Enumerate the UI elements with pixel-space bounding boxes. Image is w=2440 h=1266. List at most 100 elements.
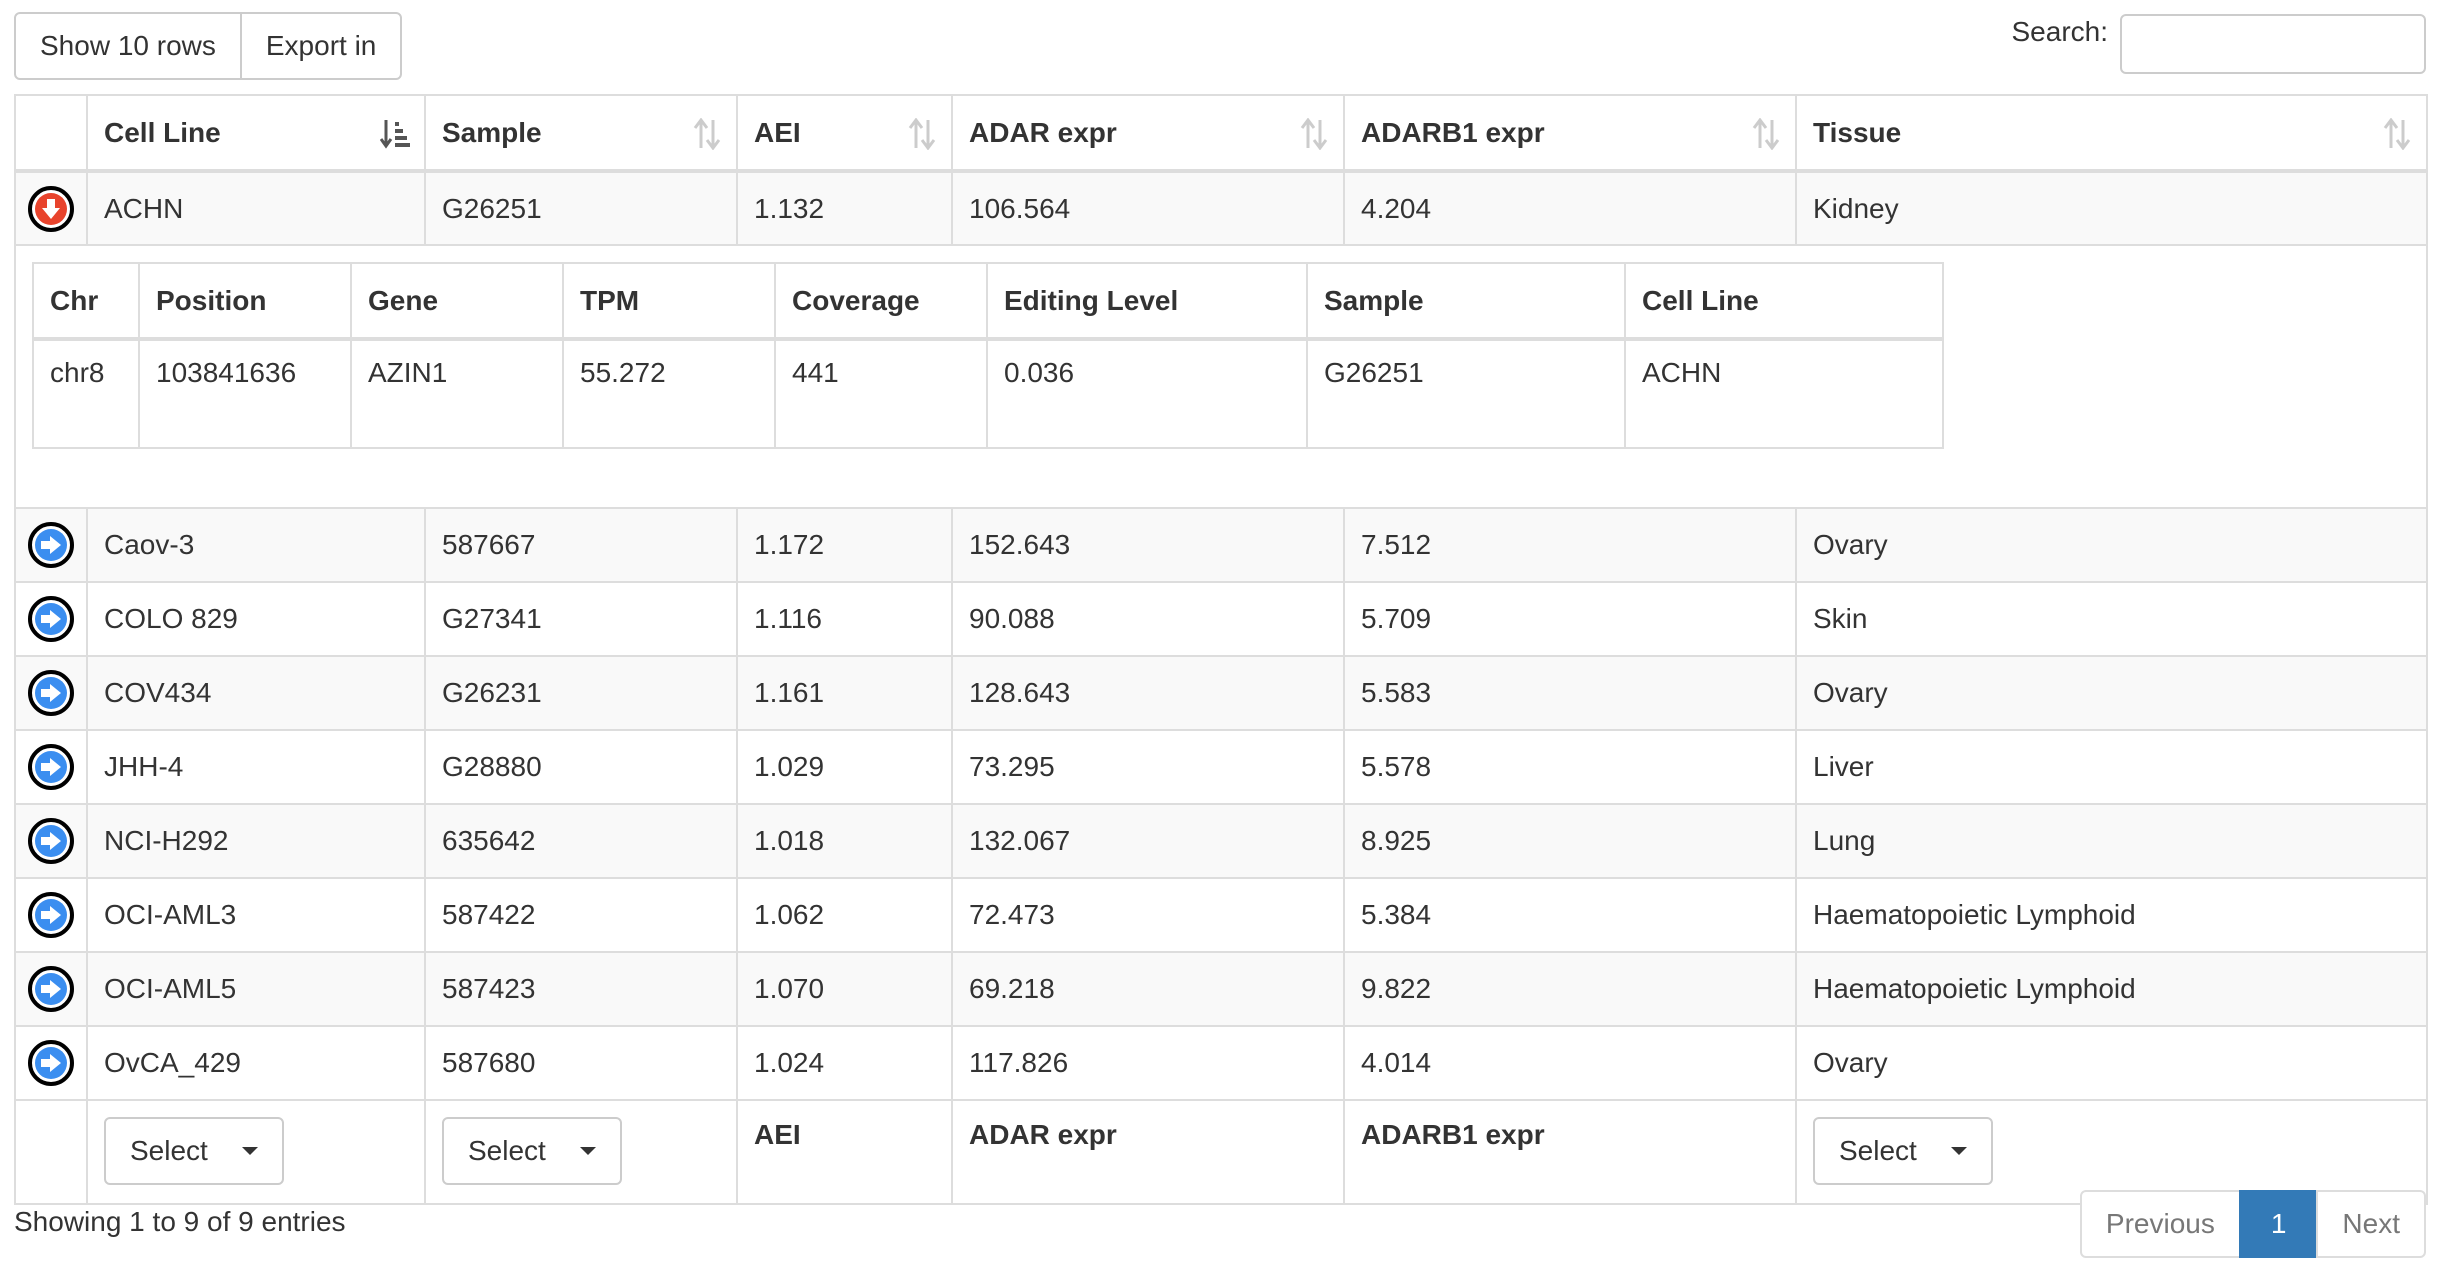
cell-lines-table: Cell Line Sample AEI ADAR expr ADARB1 ex… <box>14 94 2428 1205</box>
adarb1-expr-cell: 5.578 <box>1343 729 1797 805</box>
row-toggle-cell[interactable] <box>14 655 88 731</box>
table-footer-row: Select Select AEI ADAR expr ADARB1 expr … <box>14 1099 2428 1205</box>
column-header-aei[interactable]: AEI <box>736 94 953 173</box>
detail-coverage-cell: 441 <box>774 338 988 449</box>
row-toggle-cell[interactable] <box>14 877 88 953</box>
adarb1-expr-cell: 5.583 <box>1343 655 1797 731</box>
arrow-right-circle-icon[interactable] <box>28 596 74 642</box>
sort-both-icon <box>907 118 937 150</box>
cell-line-select[interactable]: Select <box>104 1117 284 1185</box>
adarb1-expr-cell: 4.204 <box>1343 170 1797 246</box>
row-toggle-cell[interactable] <box>14 803 88 879</box>
aei-cell: 1.018 <box>736 803 953 879</box>
adar-expr-cell: 106.564 <box>951 170 1345 246</box>
sample-cell: 587423 <box>424 951 738 1027</box>
tissue-cell: Haematopoietic Lymphoid <box>1795 951 2428 1027</box>
search-box: Search: <box>2012 12 2426 76</box>
aei-cell: 1.062 <box>736 877 953 953</box>
page-1-button[interactable]: 1 <box>2238 1190 2319 1258</box>
column-header-cell-line[interactable]: Cell Line <box>86 94 426 173</box>
arrow-down-circle-icon[interactable] <box>28 185 74 232</box>
row-toggle-cell[interactable] <box>14 1025 88 1101</box>
pagination: Previous 1 Next <box>2079 1190 2426 1258</box>
show-rows-button[interactable]: Show 10 rows <box>14 12 242 80</box>
export-button[interactable]: Export in <box>239 12 403 80</box>
adar-expr-cell: 90.088 <box>951 581 1345 657</box>
row-toggle-cell[interactable] <box>14 729 88 805</box>
table-row: NCI-H292 635642 1.018 132.067 8.925 Lung <box>14 803 2428 879</box>
aei-cell: 1.132 <box>736 170 953 246</box>
table-header-row: Cell Line Sample AEI ADAR expr ADARB1 ex… <box>14 94 2428 173</box>
detail-header-cell-line: Cell Line <box>1624 262 1944 341</box>
previous-page-button[interactable]: Previous <box>2079 1190 2241 1258</box>
expanded-detail-row: Chr Position Gene TPM Coverage Editing L… <box>14 244 2428 509</box>
adarb1-expr-cell: 5.709 <box>1343 581 1797 657</box>
detail-header-position: Position <box>138 262 352 341</box>
footer-adarb1-label: ADARB1 expr <box>1343 1099 1797 1205</box>
search-input[interactable] <box>2120 14 2426 74</box>
adarb1-expr-cell: 5.384 <box>1343 877 1797 953</box>
tissue-select[interactable]: Select <box>1813 1117 1993 1185</box>
column-header-sample[interactable]: Sample <box>424 94 738 173</box>
aei-cell: 1.161 <box>736 655 953 731</box>
next-page-button[interactable]: Next <box>2316 1190 2426 1258</box>
aei-cell: 1.024 <box>736 1025 953 1101</box>
select-label: Select <box>130 1135 208 1166</box>
cell-line-cell: JHH-4 <box>86 729 426 805</box>
adarb1-expr-cell: 9.822 <box>1343 951 1797 1027</box>
column-header-adar-expr[interactable]: ADAR expr <box>951 94 1345 173</box>
arrow-right-circle-icon[interactable] <box>28 744 74 790</box>
arrow-right-circle-icon[interactable] <box>28 522 74 568</box>
aei-cell: 1.172 <box>736 507 953 583</box>
tissue-cell: Liver <box>1795 729 2428 805</box>
column-label: AEI <box>754 116 801 148</box>
table-row: COLO 829 G27341 1.116 90.088 5.709 Skin <box>14 581 2428 657</box>
table-row: OvCA_429 587680 1.024 117.826 4.014 Ovar… <box>14 1025 2428 1101</box>
aei-cell: 1.070 <box>736 951 953 1027</box>
footer-tissue-filter: Select <box>1795 1099 2428 1205</box>
arrow-right-circle-icon[interactable] <box>28 818 74 864</box>
sample-cell: 587422 <box>424 877 738 953</box>
adar-expr-cell: 128.643 <box>951 655 1345 731</box>
table-row: JHH-4 G28880 1.029 73.295 5.578 Liver <box>14 729 2428 805</box>
sort-both-icon <box>1299 118 1329 150</box>
row-toggle-cell[interactable] <box>14 170 88 246</box>
cell-line-cell: COLO 829 <box>86 581 426 657</box>
column-header-tissue[interactable]: Tissue <box>1795 94 2428 173</box>
detail-header-tpm: TPM <box>562 262 776 341</box>
control-column-header <box>14 94 88 173</box>
editing-sites-table: Chr Position Gene TPM Coverage Editing L… <box>32 262 1944 449</box>
table-row: OCI-AML5 587423 1.070 69.218 9.822 Haema… <box>14 951 2428 1027</box>
row-toggle-cell[interactable] <box>14 951 88 1027</box>
footer-adar-label: ADAR expr <box>951 1099 1345 1205</box>
sort-both-icon <box>1751 118 1781 150</box>
table-row: Caov-3 587667 1.172 152.643 7.512 Ovary <box>14 507 2428 583</box>
column-label: Cell Line <box>104 116 221 148</box>
arrow-right-circle-icon[interactable] <box>28 892 74 938</box>
cell-line-cell: NCI-H292 <box>86 803 426 879</box>
column-header-adarb1-expr[interactable]: ADARB1 expr <box>1343 94 1797 173</box>
sample-select[interactable]: Select <box>442 1117 622 1185</box>
detail-sample-cell: G26251 <box>1306 338 1626 449</box>
tissue-cell: Kidney <box>1795 170 2428 246</box>
column-label: Tissue <box>1813 116 1902 148</box>
select-label: Select <box>1839 1135 1917 1166</box>
arrow-right-circle-icon[interactable] <box>28 670 74 716</box>
cell-line-cell: OvCA_429 <box>86 1025 426 1101</box>
detail-header-chr: Chr <box>32 262 140 341</box>
table-row: ACHN G26251 1.132 106.564 4.204 Kidney <box>14 170 2428 246</box>
detail-cell-line-cell: ACHN <box>1624 338 1944 449</box>
tissue-cell: Haematopoietic Lymphoid <box>1795 877 2428 953</box>
adar-expr-cell: 117.826 <box>951 1025 1345 1101</box>
sample-cell: G26231 <box>424 655 738 731</box>
arrow-right-circle-icon[interactable] <box>28 1040 74 1086</box>
adarb1-expr-cell: 8.925 <box>1343 803 1797 879</box>
adar-expr-cell: 73.295 <box>951 729 1345 805</box>
select-label: Select <box>468 1135 546 1166</box>
arrow-right-circle-icon[interactable] <box>28 966 74 1012</box>
tissue-cell: Ovary <box>1795 655 2428 731</box>
detail-chr-cell: chr8 <box>32 338 140 449</box>
detail-data-row: chr8 103841636 AZIN1 55.272 441 0.036 G2… <box>32 338 1944 449</box>
row-toggle-cell[interactable] <box>14 581 88 657</box>
row-toggle-cell[interactable] <box>14 507 88 583</box>
